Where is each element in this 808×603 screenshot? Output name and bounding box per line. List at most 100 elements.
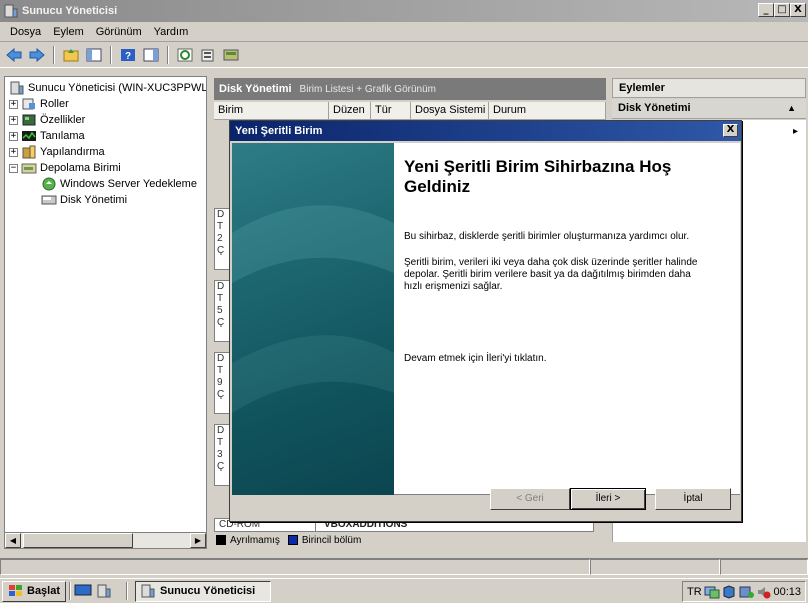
taskbar-task-server-manager[interactable]: Sunucu Yöneticisi	[135, 580, 272, 602]
server-tray-icon[interactable]	[739, 585, 755, 599]
window-title: Sunucu Yöneticisi	[22, 5, 118, 17]
collapse-icon[interactable]: −	[9, 163, 18, 173]
tree-root[interactable]: Sunucu Yöneticisi (WIN-XUC3PPWLI	[9, 80, 206, 96]
toolbar-separator	[167, 45, 169, 64]
tree-item-label: Roller	[40, 98, 69, 110]
speaker-muted-icon[interactable]	[757, 585, 771, 599]
tree-item-disk-management[interactable]: Disk Yönetimi	[41, 192, 127, 208]
tree-item-windows-server-backup[interactable]: Windows Server Yedekleme	[41, 176, 197, 192]
column-volume[interactable]: Birim	[214, 102, 329, 119]
clock[interactable]: 00:13	[773, 586, 801, 598]
network-icon[interactable]	[704, 585, 720, 599]
server-manager-icon	[9, 81, 25, 95]
menu-bar: Dosya Eylem Görünüm Yardım	[0, 22, 808, 42]
tree-item-configuration[interactable]: + Yapılandırma	[9, 144, 105, 160]
show-hide-tree-icon[interactable]	[84, 45, 104, 65]
scroll-thumb[interactable]	[23, 533, 133, 548]
disk-icon[interactable]	[221, 45, 241, 65]
show-desktop-icon[interactable]	[74, 583, 94, 599]
dialog-title: Yeni Şeritli Birim	[235, 125, 323, 137]
show-hide-action-icon[interactable]	[141, 45, 161, 65]
wizard-content: Yeni Şeritli Birim Sihirbazına Hoş Geldi…	[394, 143, 740, 495]
disk-management-icon	[41, 193, 57, 207]
start-button[interactable]: Başlat	[2, 580, 67, 602]
wizard-heading: Yeni Şeritli Birim Sihirbazına Hoş Geldi…	[404, 157, 672, 196]
status-panel	[590, 559, 720, 575]
column-layout[interactable]: Düzen	[329, 102, 371, 119]
properties-icon[interactable]	[198, 45, 218, 65]
taskbar: Başlat Sunucu Yöneticisi TR 00:13	[0, 578, 808, 603]
tree-item-storage[interactable]: − Depolama Birimi	[9, 160, 121, 176]
menu-action[interactable]: Eylem	[47, 24, 90, 40]
menu-help[interactable]: Yardım	[148, 24, 195, 40]
status-bar	[0, 558, 808, 576]
tree-item-diagnostics[interactable]: + Tanılama	[9, 128, 85, 144]
forward-arrow-icon[interactable]	[27, 45, 47, 65]
expand-icon[interactable]: +	[9, 131, 18, 141]
server-manager-icon	[3, 3, 19, 19]
actions-section-label: Disk Yönetimi	[618, 102, 691, 114]
taskbar-separator	[126, 582, 129, 600]
pane-title: Disk Yönetimi	[219, 83, 292, 95]
column-file-system[interactable]: Dosya Sistemi	[411, 102, 489, 119]
windows-logo-icon	[8, 584, 24, 598]
wizard-banner	[232, 143, 394, 495]
actions-section-disk-management[interactable]: Disk Yönetimi ▲	[612, 99, 806, 119]
disk-management-header: Disk Yönetimi Birim Listesi + Grafik Gör…	[214, 78, 606, 100]
disk-legend: Ayrılmamış Birincil bölüm	[216, 533, 361, 547]
scroll-left-icon[interactable]: ◀	[5, 533, 21, 548]
taskbar-separator	[69, 582, 72, 600]
language-indicator[interactable]: TR	[687, 586, 702, 598]
tree-item-label: Disk Yönetimi	[60, 194, 128, 206]
collapse-arrow-icon[interactable]: ▲	[787, 99, 796, 118]
actions-header: Eylemler	[612, 78, 806, 98]
next-button[interactable]: İleri >	[570, 488, 646, 510]
status-panel	[0, 559, 590, 575]
back-button[interactable]: < Geri	[490, 488, 570, 510]
window-title-bar[interactable]: Sunucu Yöneticisi _ □ X	[0, 0, 808, 22]
up-folder-icon[interactable]	[61, 45, 81, 65]
expand-icon[interactable]: +	[9, 115, 18, 125]
wizard-description-text: Şeritli birim, verileri iki veya daha ço…	[404, 257, 698, 292]
minimize-button[interactable]: _	[758, 3, 774, 17]
tree-item-roles[interactable]: + Roller	[9, 96, 69, 112]
svg-text:?: ?	[125, 51, 131, 62]
expand-icon[interactable]: +	[9, 99, 18, 109]
new-striped-volume-wizard: Yeni Şeritli Birim X Yeni Şeritli Birim …	[229, 120, 742, 522]
dialog-title-bar[interactable]: Yeni Şeritli Birim X	[230, 121, 741, 141]
storage-icon	[21, 161, 37, 175]
backup-icon	[41, 177, 57, 191]
expand-icon[interactable]: +	[9, 147, 18, 157]
volume-list-header: Birim Düzen Tür Dosya Sistemi Durum	[214, 102, 606, 120]
back-arrow-icon[interactable]	[4, 45, 24, 65]
diagnostics-icon	[21, 129, 37, 143]
refresh-icon[interactable]	[175, 45, 195, 65]
tree-item-features[interactable]: + Özellikler	[9, 112, 85, 128]
server-manager-quicklaunch-icon[interactable]	[96, 583, 116, 599]
legend-unallocated-swatch	[216, 535, 226, 545]
status-panel	[720, 559, 808, 575]
cancel-button[interactable]: İptal	[655, 488, 731, 510]
scroll-right-icon[interactable]: ▶	[190, 533, 206, 548]
maximize-button[interactable]: □	[774, 3, 790, 17]
close-button[interactable]: X	[790, 3, 806, 17]
tree-item-label: Windows Server Yedekleme	[60, 178, 197, 190]
tree-item-label: Tanılama	[40, 130, 85, 142]
system-tray: TR 00:13	[682, 581, 806, 602]
dialog-close-button[interactable]: X	[723, 124, 738, 137]
legend-primary-swatch	[287, 535, 298, 545]
virtualbox-icon[interactable]	[722, 584, 736, 599]
column-type[interactable]: Tür	[371, 102, 411, 119]
tree-horizontal-scrollbar[interactable]: ◀ ▶	[4, 532, 207, 549]
menu-file[interactable]: Dosya	[4, 24, 47, 40]
menu-view[interactable]: Görünüm	[90, 24, 148, 40]
more-actions-arrow-icon[interactable]: ▸	[793, 126, 798, 137]
tree-item-label: Depolama Birimi	[40, 162, 121, 174]
start-label: Başlat	[27, 585, 61, 597]
help-icon[interactable]: ?	[118, 45, 138, 65]
wizard-intro-text: Bu sihirbaz, disklerde şeritli birimler …	[404, 231, 690, 242]
taskbar-task-label: Sunucu Yöneticisi	[160, 585, 256, 597]
column-status[interactable]: Durum	[489, 102, 606, 119]
toolbar-separator	[53, 45, 55, 64]
pane-subtitle: Birim Listesi + Grafik Görünüm	[299, 83, 436, 95]
